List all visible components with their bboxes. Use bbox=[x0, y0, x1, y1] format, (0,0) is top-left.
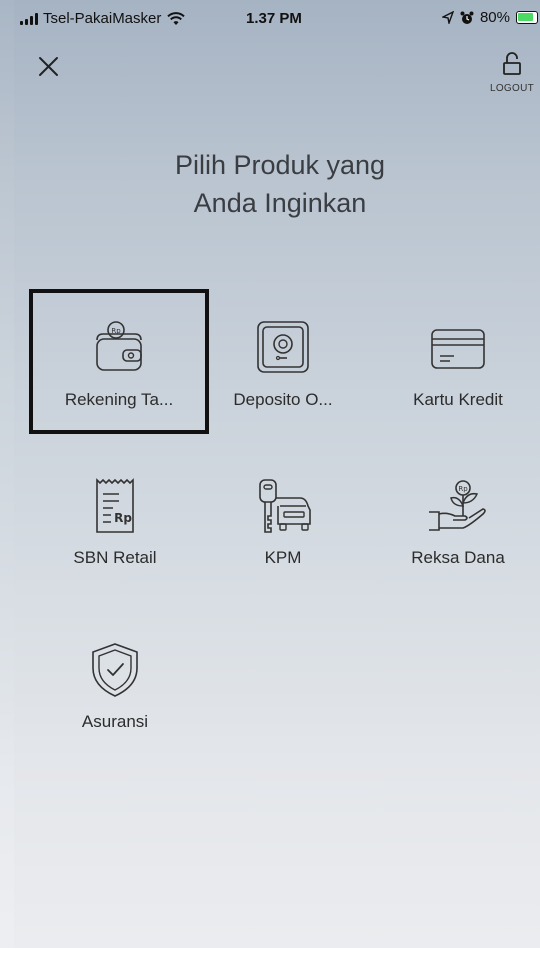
product-rekening-tabungan[interactable]: Rp Rekening Ta... bbox=[34, 318, 204, 410]
status-bar: Tsel-PakaiMasker 1.37 PM 80% bbox=[14, 6, 540, 32]
svg-text:Rp: Rp bbox=[114, 511, 132, 525]
alarm-icon bbox=[460, 11, 474, 24]
product-asuransi[interactable]: Asuransi bbox=[30, 640, 200, 732]
product-deposito-online[interactable]: Deposito O... bbox=[198, 318, 368, 410]
product-label: SBN Retail bbox=[73, 548, 157, 567]
clock-time: 1.37 PM bbox=[246, 10, 302, 27]
product-label: KPM bbox=[264, 548, 302, 567]
battery-percent: 80% bbox=[479, 9, 510, 26]
product-label: Rekening Ta... bbox=[64, 390, 174, 409]
logout-label: LOGOUT bbox=[489, 83, 535, 94]
hand-plant-icon: Rp bbox=[429, 480, 486, 531]
screen-background bbox=[14, 0, 540, 948]
unlock-icon bbox=[503, 52, 521, 75]
wifi-icon bbox=[167, 11, 186, 25]
page-title-line-1: Pilih Produk yang bbox=[174, 150, 386, 180]
product-label: Kartu Kredit bbox=[413, 390, 503, 409]
logout-button[interactable]: LOGOUT bbox=[484, 52, 540, 104]
location-arrow-icon bbox=[441, 11, 454, 24]
page-title-line-2: Anda Inginkan bbox=[193, 188, 367, 218]
signal-icon bbox=[20, 12, 38, 25]
shield-icon bbox=[92, 643, 138, 697]
carrier-name: Tsel-PakaiMasker bbox=[43, 10, 162, 27]
product-kpm[interactable]: KPM bbox=[198, 476, 368, 568]
wallet-icon: Rp bbox=[96, 321, 142, 371]
page-title: Pilih Produk yang Anda Inginkan bbox=[80, 146, 480, 222]
product-label: Asuransi bbox=[81, 712, 149, 731]
credit-card-icon bbox=[431, 329, 485, 369]
car-key-icon bbox=[259, 479, 311, 533]
product-reksa-dana[interactable]: Rp Reksa Dana bbox=[373, 476, 540, 568]
battery-icon bbox=[516, 11, 538, 24]
product-label: Deposito O... bbox=[233, 390, 333, 409]
product-label: Reksa Dana bbox=[411, 548, 505, 567]
close-icon bbox=[39, 57, 58, 76]
product-kartu-kredit[interactable]: Kartu Kredit bbox=[373, 318, 540, 410]
bottom-strip bbox=[0, 948, 540, 965]
close-button[interactable] bbox=[36, 54, 66, 84]
safe-icon bbox=[257, 321, 309, 373]
svg-text:Rp: Rp bbox=[458, 485, 468, 493]
product-sbn-retail[interactable]: Rp SBN Retail bbox=[30, 476, 200, 568]
receipt-icon: Rp bbox=[96, 478, 134, 533]
